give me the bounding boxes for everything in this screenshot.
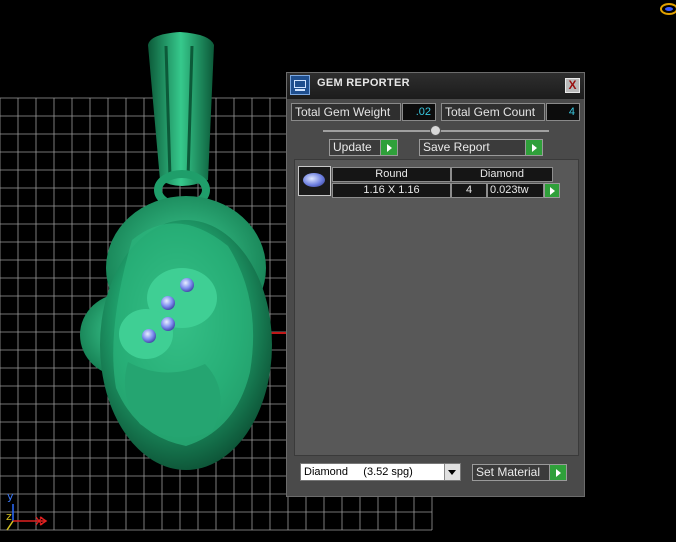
slider-handle[interactable] [430,125,441,136]
play-arrow-icon [380,140,397,155]
gem-count-cell: 4 [451,183,487,198]
view-cube-icon[interactable] [658,0,676,18]
close-button[interactable]: X [565,78,580,93]
play-arrow-icon [525,140,542,155]
gem-weight-cell: 0.023tw [487,183,544,198]
save-report-button-label: Save Report [423,140,490,154]
gem-stone[interactable] [161,317,175,331]
total-gem-count-label: Total Gem Count [441,103,545,121]
material-select[interactable]: Diamond (3.52 spg) [300,463,461,481]
gem-stone[interactable] [180,278,194,292]
total-gem-count-value: 4 [546,103,580,121]
panel-titlebar[interactable]: GEM REPORTER X [287,73,584,99]
y-axis-label: y [7,490,14,503]
gem-stone[interactable] [161,296,175,310]
update-button[interactable]: Update [329,139,398,156]
total-gem-weight-label: Total Gem Weight [291,103,401,121]
set-material-button[interactable]: Set Material [472,464,567,481]
gem-size-cell: 1.16 X 1.16 [332,183,451,198]
pendant-bail [148,32,214,186]
play-arrow-icon [549,465,566,480]
gem-stone[interactable] [142,329,156,343]
gem-list: Round Diamond 1.16 X 1.16 4 0.023tw [294,159,579,456]
material-select-value: Diamond (3.52 spg) [304,466,413,478]
total-gem-weight-value: .02 [402,103,436,121]
save-report-button[interactable]: Save Report [419,139,543,156]
update-button-label: Update [333,140,372,154]
chevron-down-icon [444,464,460,480]
set-material-button-label: Set Material [476,465,541,479]
gem-row-action-button[interactable] [544,183,560,198]
gem-reporter-panel: GEM REPORTER X Total Gem Weight .02 Tota… [286,72,585,497]
panel-title: GEM REPORTER [317,77,410,89]
round-gem-icon[interactable] [298,166,331,196]
gem-reporter-icon [290,75,310,95]
z-axis-label: z [6,510,12,523]
column-header-shape: Round [332,167,451,182]
column-header-material: Diamond [451,167,553,182]
